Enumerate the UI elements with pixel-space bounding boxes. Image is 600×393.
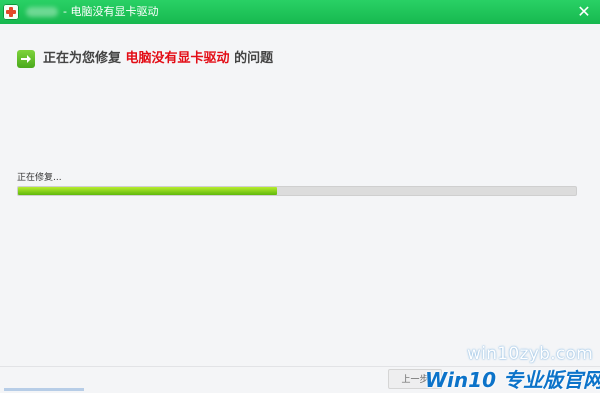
watermark-brand: Win10 专业版官网	[425, 368, 600, 392]
close-icon[interactable]: ✕	[574, 2, 594, 22]
heading-suffix: 的问题	[234, 51, 274, 66]
title-bar: - 电脑没有显卡驱动 ✕	[0, 0, 600, 24]
footer-divider	[0, 366, 600, 367]
watermark-url: win10zyb.com	[467, 344, 594, 364]
progress-fill	[18, 187, 278, 195]
app-logo-icon	[3, 4, 19, 20]
heading-issue-name: 电脑没有显卡驱动	[125, 51, 230, 66]
heading-prefix: 正在为您修复	[43, 51, 122, 66]
status-text: 正在修复...	[17, 173, 62, 183]
blurred-app-name	[26, 7, 58, 17]
window-title: - 电脑没有显卡驱动	[63, 5, 159, 18]
arrow-right-icon	[17, 50, 35, 68]
bottom-link-fragment	[4, 388, 84, 391]
progress-bar	[17, 186, 577, 196]
page-heading: 正在为您修复 电脑没有显卡驱动 的问题	[43, 50, 273, 68]
